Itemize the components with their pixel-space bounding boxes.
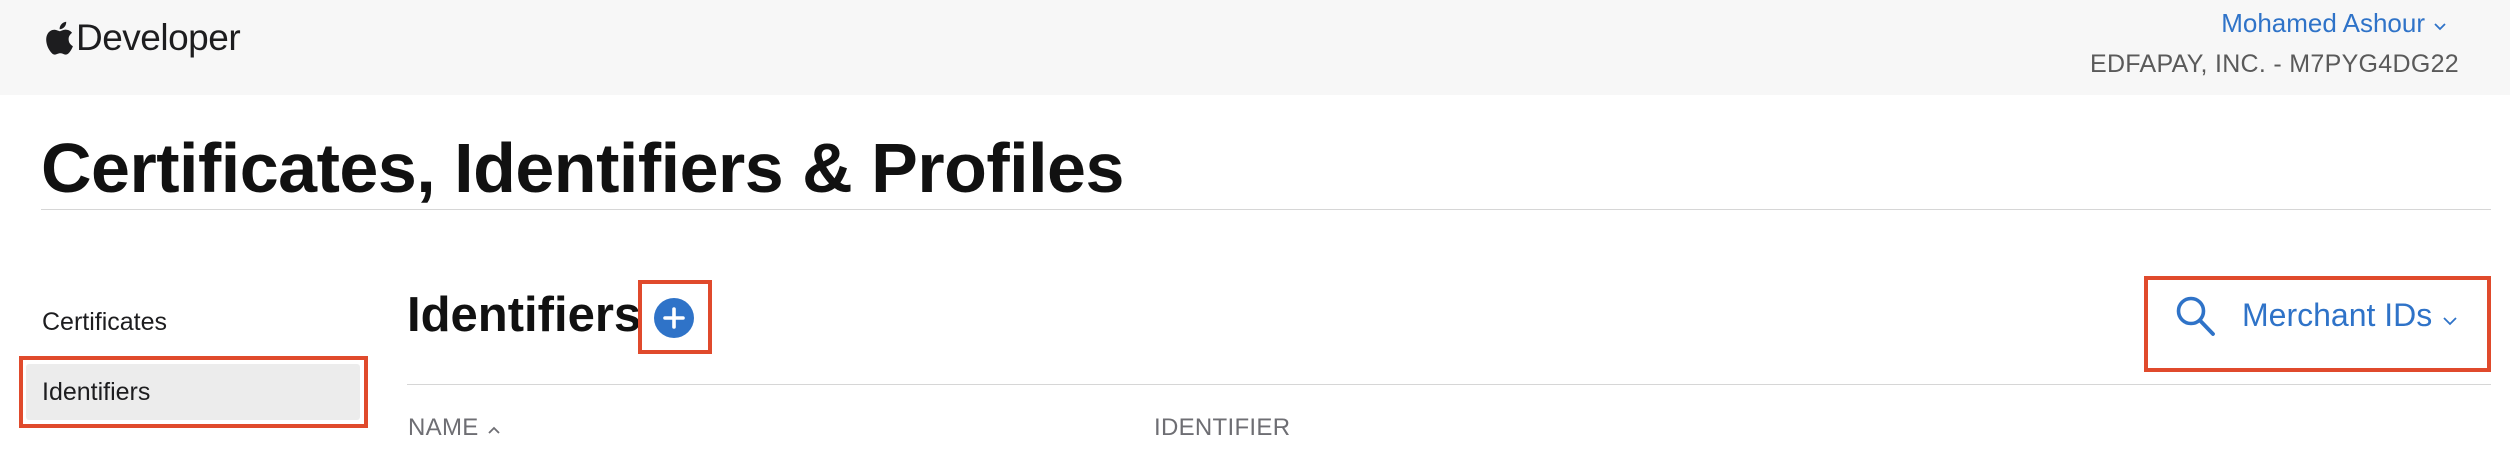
column-header-name[interactable]: NAME — [408, 414, 501, 442]
section-title: Identifiers — [407, 288, 642, 342]
user-menu[interactable]: Mohamed Ashour — [2221, 8, 2447, 39]
sidebar-item-certificates[interactable]: Certificates — [26, 294, 360, 350]
divider — [407, 384, 2491, 385]
brand-text: Developer — [76, 17, 241, 58]
search-icon[interactable] — [2175, 295, 2217, 344]
identifier-type-value: Merchant IDs — [2242, 297, 2433, 333]
sidebar-item-identifiers[interactable]: Identifiers — [26, 364, 360, 420]
sidebar-item-label: Identifiers — [42, 377, 151, 406]
divider — [41, 209, 2491, 210]
chevron-down-icon — [2433, 8, 2447, 39]
column-label: NAME — [408, 414, 479, 441]
plus-circle-icon — [654, 298, 694, 338]
sidebar-item-label: Certificates — [42, 307, 168, 336]
chevron-up-icon — [487, 414, 501, 442]
column-label: IDENTIFIER — [1154, 414, 1291, 441]
add-identifier-button[interactable] — [654, 298, 694, 338]
page-title: Certificates, Identifiers & Profiles — [41, 129, 1124, 207]
developer-brand-link[interactable]: Developer — [44, 16, 241, 60]
team-name: EDFAPAY, INC. - M7PYG4DG22 — [2089, 50, 2459, 78]
apple-logo-icon — [44, 20, 74, 56]
top-navigation-bar: Developer Mohamed Ashour EDFAPAY, INC. -… — [0, 0, 2510, 95]
user-name: Mohamed Ashour — [2221, 8, 2425, 38]
identifier-type-select[interactable]: Merchant IDs — [2242, 297, 2458, 334]
chevron-down-icon — [2442, 297, 2458, 334]
column-header-identifier[interactable]: IDENTIFIER — [1154, 414, 1290, 442]
